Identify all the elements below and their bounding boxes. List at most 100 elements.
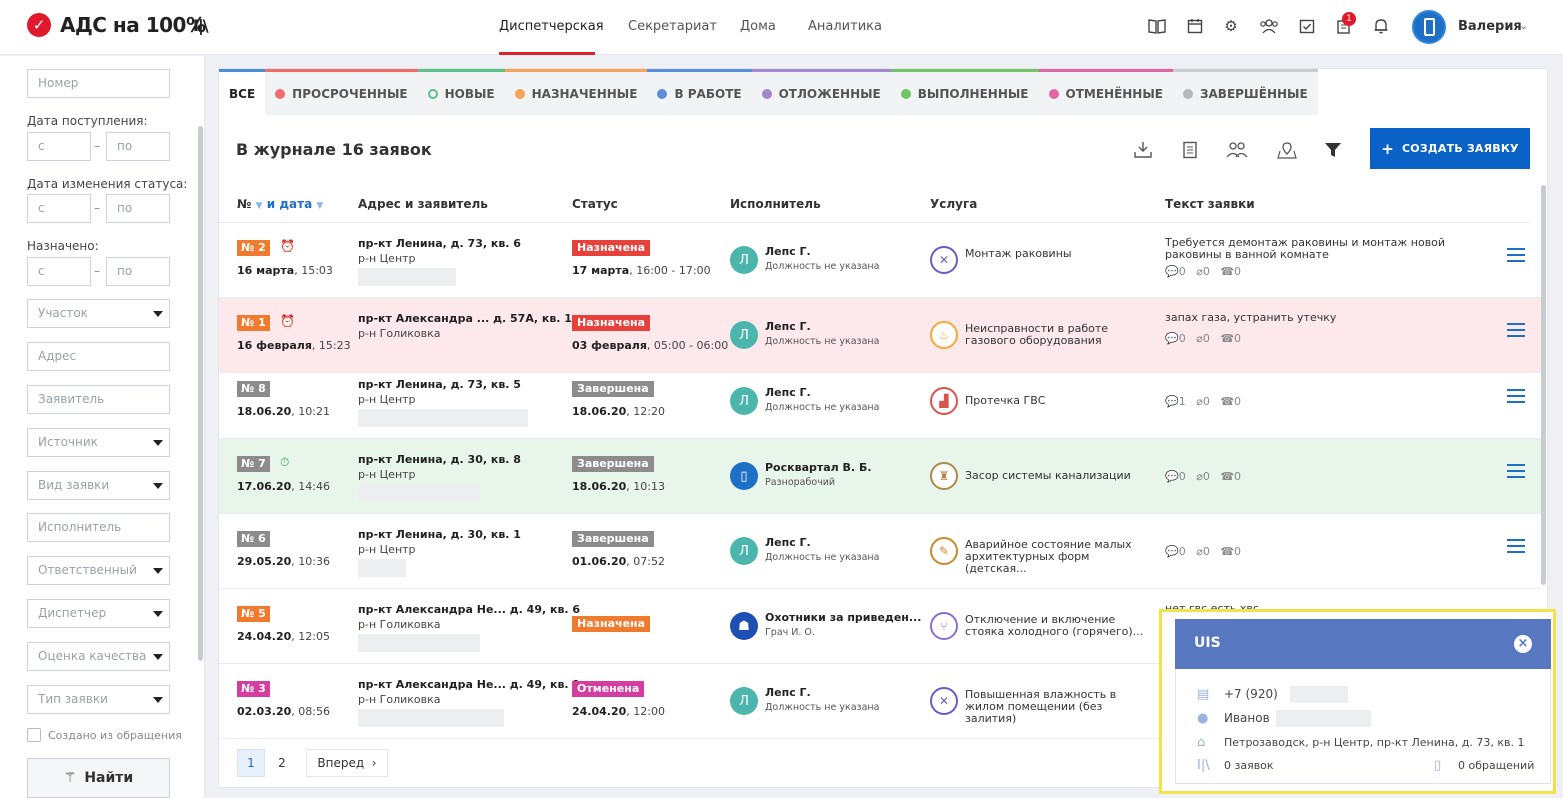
users-icon[interactable]	[1224, 138, 1250, 162]
assigned-from-input[interactable]: с	[27, 257, 91, 286]
source-select[interactable]: Источник	[27, 428, 170, 457]
type-select[interactable]: Вид заявки	[27, 471, 170, 500]
task-check-icon[interactable]	[1296, 15, 1318, 37]
request-address[interactable]: пр-кт Ленина, д. 73, кв. 6	[358, 237, 521, 250]
number-input[interactable]: Номер	[27, 69, 170, 98]
request-address[interactable]: пр-кт Александра ... д. 57А, кв. 1	[358, 312, 572, 325]
responsible-select[interactable]: Ответственный	[27, 556, 170, 585]
caret-down-icon	[153, 697, 163, 703]
next-page-button[interactable]: Вперед ›	[306, 749, 388, 777]
filter-icon[interactable]	[1320, 138, 1346, 162]
sidebar-scrollbar[interactable]	[198, 126, 203, 661]
nav-houses[interactable]: Дома	[740, 19, 776, 34]
tab-postponed[interactable]: ОТЛОЖЕННЫЕ	[751, 69, 891, 115]
map-pin-icon[interactable]	[1274, 138, 1300, 162]
col-number[interactable]: № ▼ и дата ▼	[237, 197, 323, 211]
book-icon[interactable]	[1146, 15, 1168, 37]
requests-count[interactable]: 0 заявок	[1224, 759, 1274, 772]
request-address[interactable]: пр-кт Ленина, д. 30, кв. 8	[358, 453, 521, 466]
phone-book-icon: ▤	[1197, 687, 1210, 702]
team-icon[interactable]	[1258, 15, 1280, 37]
assigned-to-input[interactable]: по	[106, 257, 170, 286]
tab-cancelled[interactable]: ОТМЕНЁННЫЕ	[1038, 69, 1173, 115]
download-icon[interactable]	[1130, 138, 1156, 162]
col-service[interactable]: Услуга	[930, 197, 977, 211]
tab-all[interactable]: ВСЕ	[219, 69, 266, 115]
calendar-icon[interactable]	[1184, 15, 1206, 37]
table-scrollbar[interactable]	[1541, 185, 1546, 585]
call-count: 0	[1234, 395, 1242, 408]
close-icon[interactable]: ×	[1514, 635, 1532, 653]
call-count: 0	[1234, 332, 1242, 345]
address-input[interactable]: Адрес	[27, 342, 170, 371]
request-address[interactable]: пр-кт Ленина, д. 30, кв. 1	[358, 528, 521, 541]
date-received-to-input[interactable]: по	[106, 132, 170, 161]
find-button[interactable]: ⚚ Найти	[27, 758, 170, 798]
sort-down-icon[interactable]: ▼	[256, 201, 263, 211]
nav-dispatch[interactable]: Диспетчерская	[499, 19, 604, 34]
executor-role: Должность не указана	[765, 402, 880, 413]
create-request-button[interactable]: + СОЗДАТЬ ЗАЯВКУ	[1370, 128, 1530, 169]
row-menu-icon[interactable]	[1507, 464, 1525, 478]
logo[interactable]: ✓ АДС на 100%	[27, 13, 206, 37]
col-executor[interactable]: Исполнитель	[730, 197, 821, 211]
report-icon[interactable]	[1177, 138, 1203, 162]
library-icon[interactable]: I|\	[193, 16, 209, 35]
row-menu-icon[interactable]	[1507, 248, 1525, 262]
sort-down-icon[interactable]: ▼	[316, 201, 323, 211]
quality-select[interactable]: Оценка качества	[27, 642, 170, 671]
date-status-to-input[interactable]: по	[106, 194, 170, 223]
request-address[interactable]: пр-кт Ленина, д. 73, кв. 5	[358, 378, 521, 391]
status-date-day: 18.06.20	[572, 480, 627, 493]
chevron-down-icon[interactable]: ⌄	[1519, 19, 1528, 32]
table-row[interactable]: № 8 18.06.20, 10:21 пр-кт Ленина, д. 73,…	[219, 364, 1541, 439]
request-date: 18.06.20, 10:21	[237, 405, 330, 418]
date-received-from-input[interactable]: с	[27, 132, 91, 161]
page-2-button[interactable]: 2	[269, 749, 295, 777]
col-status[interactable]: Статус	[572, 197, 618, 211]
status-date-day: 01.06.20	[572, 555, 627, 568]
row-menu-icon[interactable]	[1507, 539, 1525, 553]
row-menu-icon[interactable]	[1507, 389, 1525, 403]
top-bar: ✓ АДС на 100% I|\ Диспетчерская Секретар…	[0, 0, 1563, 55]
row-menu-icon[interactable]	[1507, 323, 1525, 337]
comment-count: 1	[1178, 395, 1186, 408]
dispatcher-select[interactable]: Диспетчер	[27, 599, 170, 628]
nav-analytics[interactable]: Аналитика	[808, 19, 882, 34]
col-date-label[interactable]: и дата	[267, 197, 312, 211]
nav-secretariat[interactable]: Секретариат	[628, 19, 717, 34]
tab-new[interactable]: НОВЫЕ	[417, 69, 505, 115]
tab-overdue[interactable]: ПРОСРОЧЕННЫЕ	[265, 69, 418, 115]
date-status-from-input[interactable]: с	[27, 194, 91, 223]
request-address[interactable]: пр-кт Александра Не... д. 49, кв. 6	[358, 603, 580, 616]
table-row[interactable]: № 6 29.05.20, 10:36 пр-кт Ленина, д. 30,…	[219, 514, 1541, 589]
request-type-select[interactable]: Тип заявки	[27, 685, 170, 714]
executor-input[interactable]: Исполнитель	[27, 513, 170, 542]
user-avatar[interactable]	[1412, 10, 1446, 44]
user-name[interactable]: Валерия	[1458, 19, 1522, 34]
bell-icon[interactable]	[1370, 15, 1392, 37]
tab-completed[interactable]: ЗАВЕРШЁННЫЕ	[1172, 69, 1318, 115]
site-select[interactable]: Участок	[27, 299, 170, 328]
col-text[interactable]: Текст заявки	[1165, 197, 1255, 211]
table-row[interactable]: № 2 ⏰ 16 марта, 15:03 пр-кт Ленина, д. 7…	[219, 223, 1541, 298]
request-district: р-н Центр	[358, 543, 416, 556]
tab-assigned[interactable]: НАЗНАЧЕННЫЕ	[504, 69, 648, 115]
request-address[interactable]: пр-кт Александра Не... д. 49, кв. 1	[358, 678, 580, 691]
page-1-button[interactable]: 1	[237, 749, 265, 777]
comment-count: 0	[1178, 332, 1186, 345]
request-number-badge: № 6	[237, 531, 270, 547]
executor-role: Должность не указана	[765, 552, 880, 563]
gear-icon[interactable]: ⚙	[1220, 15, 1242, 37]
from-appeal-checkbox[interactable]	[27, 728, 41, 742]
tab-label: НАЗНАЧЕННЫЕ	[531, 86, 638, 101]
tab-done[interactable]: ВЫПОЛНЕННЫЕ	[890, 69, 1039, 115]
tab-in-progress[interactable]: В РАБОТЕ	[647, 69, 752, 115]
table-row[interactable]: № 7 ⏱ 17.06.20, 14:46 пр-кт Ленина, д. 3…	[219, 439, 1541, 514]
table-row[interactable]: № 1 ⏰ 16 февраля, 15:23 пр-кт Александра…	[219, 298, 1541, 373]
col-address[interactable]: Адрес и заявитель	[358, 197, 488, 211]
executor-avatar: ▯	[730, 462, 758, 490]
request-number-badge: № 5	[237, 606, 270, 622]
applicant-input[interactable]: Заявитель	[27, 385, 170, 414]
appeals-count[interactable]: 0 обращений	[1458, 759, 1534, 772]
